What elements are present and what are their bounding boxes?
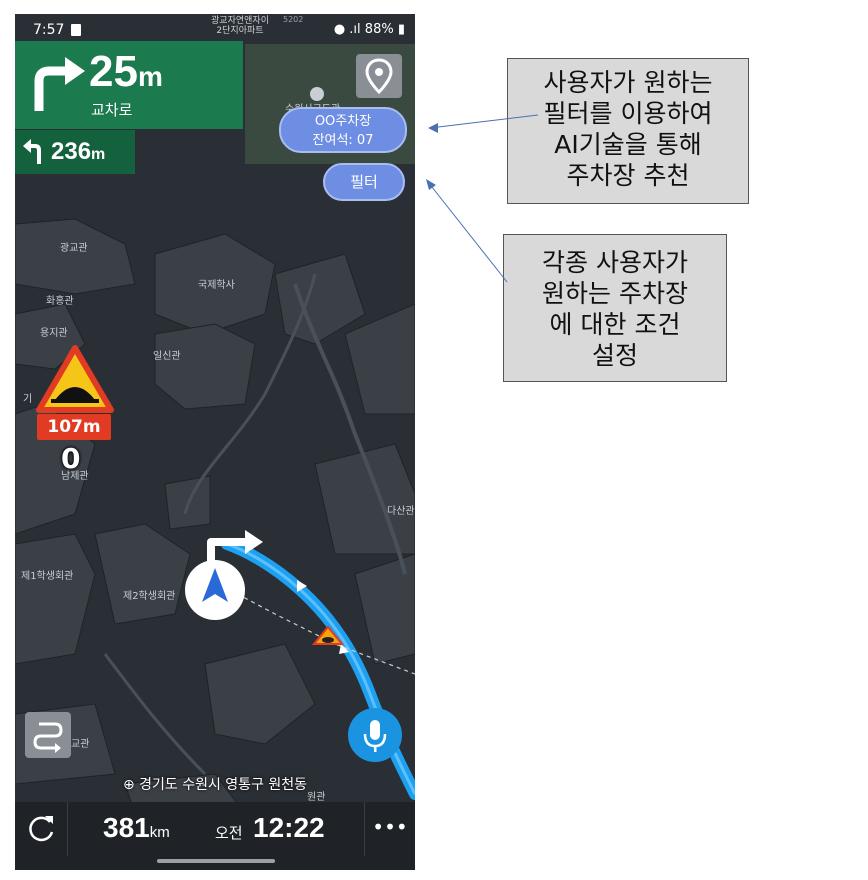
current-address-text: 경기도 수원시 영통구 원천동 [139,777,308,793]
annotation-line: 필터를 이용하여 [543,99,713,128]
annotation-line: 설정 [591,341,638,370]
annotation-line: AI기술을 통해 [554,130,702,159]
parking-name: OO주차장 [314,114,372,129]
map-label-yongji: 용지관 [40,327,68,339]
map-label-hwahong: 화홍관 [46,294,74,307]
map-label-dasan: 다산관 [387,505,415,517]
eta-label: 오전 [215,824,243,842]
map-label-student1: 제1학생회관 [21,570,73,582]
compass-icon: ⊕ [122,777,135,793]
current-address: ⊕ 경기도 수원시 영통구 원천동 [15,774,415,794]
turn-distance-value: 25 [89,47,138,96]
next-turn-distance: 236m [51,138,105,166]
reroute-button[interactable] [15,802,68,856]
location-pin-button[interactable] [356,54,402,98]
eta-time: 12:22 [253,812,325,843]
annotation-line: 주차장 추천 [566,161,690,190]
filter-button[interactable]: 필터 [323,163,405,201]
home-indicator [157,859,275,863]
status-location-line1: 광교자연앤자이 [211,16,269,26]
route-options-button[interactable] [25,712,71,758]
next-turn-card[interactable]: 236m [15,130,135,174]
status-location: 광교자연앤자이 2단지아파트 [195,16,285,36]
parking-recommendation-bubble[interactable]: OO주차장 잔여석: 07 [279,107,407,153]
voice-assistant-button[interactable] [348,708,402,762]
hazard-distance: 107m [37,414,111,440]
map-label-hall-bottom: 교관 [71,738,89,750]
turn-guidance-card[interactable]: 25m 교차로 [15,41,243,129]
battery-level: 88% [364,22,394,37]
refresh-icon [29,816,54,842]
next-turn-distance-unit: m [91,146,106,163]
remaining-distance: 381km [103,812,170,844]
annotation-ai-recommendation: 사용자가 원하는 필터를 이용하여 AI기술을 통해 주차장 추천 [507,58,749,204]
turn-right-icon [34,57,85,111]
turn-left-icon [23,139,41,164]
current-speed: 0 [61,442,81,475]
remaining-distance-value: 381 [103,812,150,843]
status-code: 5202 [283,15,304,24]
turn-distance: 25m [89,47,163,97]
map-label-partial-left: 기 [23,393,32,405]
map-label-gwanggyo: 광교관 [60,242,88,254]
next-turn-distance-value: 236 [51,138,92,165]
route-icon [33,722,63,753]
turn-road-name: 교차로 [91,101,133,119]
map-label-ilsin: 일신관 [153,350,181,362]
status-location-line2: 2단지아파트 [216,26,264,36]
annotation-line: 원하는 주차장 [542,279,688,308]
annotation-line: 에 대한 조건 [549,310,681,339]
battery-icon: ▮ [397,22,405,37]
status-time: 7:57 [33,22,65,38]
map-label-international: 국제학사 [198,279,235,291]
annotation-line: 사용자가 원하는 [543,68,713,97]
turn-distance-unit: m [137,61,163,92]
microphone-icon [363,720,387,752]
remaining-distance-unit: km [149,824,170,841]
navigation-screen: 수원시구도관 광교관 국제학사 화홍관 용지관 일신관 기 남제관 다산관 제1… [15,14,415,870]
status-indicators: ● .ıl 88% ▮ [334,22,405,37]
location-icon: ● [333,22,346,37]
location-pin-icon [365,58,393,95]
parking-availability: 잔여석: 07 [312,133,374,148]
status-bar: 7:57 광교자연앤자이 2단지아파트 5202 ● .ıl 88% ▮ [15,14,415,44]
annotation-line: 각종 사용자가 [542,248,688,277]
more-menu-button[interactable]: ••• [364,802,415,856]
signal-icon: .ıl [349,22,361,37]
annotation-filter-conditions: 각종 사용자가 원하는 주차장 에 대한 조건 설정 [503,234,727,382]
map-label-student2: 제2학생회관 [123,590,175,602]
trip-summary-bar: 381km 오전 12:22 ••• [15,802,415,870]
sim-icon [71,24,81,36]
